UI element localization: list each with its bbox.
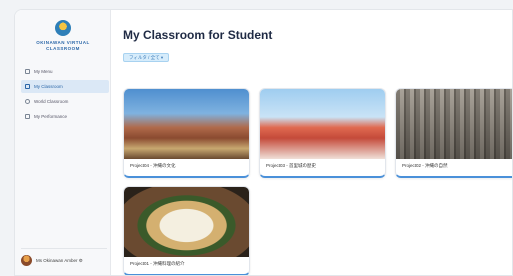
sidebar-nav: My Menu My Classroom World Classroom My … [21, 65, 109, 125]
project-thumbnail [260, 89, 385, 159]
sidebar-item-label: My Performance [34, 114, 68, 119]
sidebar-item-label: My Classroom [34, 84, 63, 89]
project-card[interactable]: Project02 - 沖縄の自然 [395, 88, 512, 178]
project-title: Project02 - 沖縄の自然 [402, 163, 448, 168]
page-title: My Classroom for Student [123, 28, 273, 42]
project-card[interactable]: Project04 - 沖縄の文化 [123, 88, 250, 178]
project-thumbnail [124, 187, 249, 257]
sidebar-item-my-classroom[interactable]: My Classroom [21, 80, 109, 93]
app-window: OKINAWAN VIRTUAL CLASSROOM My Menu My Cl… [14, 9, 513, 276]
sidebar-item-world-classroom[interactable]: World Classroom [21, 95, 109, 108]
project-title: Project04 - 沖縄の文化 [130, 163, 176, 168]
sidebar-item-label: My Menu [34, 69, 53, 74]
main-content: My Classroom for Student フィルタ / 全て ▾ Pro… [111, 10, 512, 275]
logo-emblem-icon [55, 20, 71, 36]
home-icon [25, 69, 30, 74]
classroom-icon [25, 84, 30, 89]
sidebar-item-my-performance[interactable]: My Performance [21, 110, 109, 123]
filter-dropdown[interactable]: フィルタ / 全て ▾ [123, 53, 170, 62]
logo[interactable]: OKINAWAN VIRTUAL CLASSROOM [15, 18, 111, 62]
sidebar-item-label: World Classroom [34, 99, 69, 104]
user-name: Ms Okinawan Amber ⚙ [36, 257, 83, 263]
user-profile[interactable]: Ms Okinawan Amber ⚙ [21, 248, 107, 268]
project-card[interactable]: Project01 - 沖縄料理の紹介 [123, 186, 250, 275]
project-title: Project01 - 沖縄料理の紹介 [130, 261, 185, 266]
project-card[interactable]: Project03 - 首里城の歴史 [259, 88, 386, 178]
sidebar-item-my-menu[interactable]: My Menu [21, 65, 109, 78]
project-title: Project03 - 首里城の歴史 [266, 163, 317, 168]
sidebar: OKINAWAN VIRTUAL CLASSROOM My Menu My Cl… [15, 10, 111, 275]
chart-icon [25, 114, 30, 119]
avatar [21, 255, 32, 266]
globe-icon [25, 99, 30, 104]
project-thumbnail [396, 89, 512, 159]
project-thumbnail [124, 89, 249, 159]
logo-text: OKINAWAN VIRTUAL CLASSROOM [36, 40, 90, 51]
